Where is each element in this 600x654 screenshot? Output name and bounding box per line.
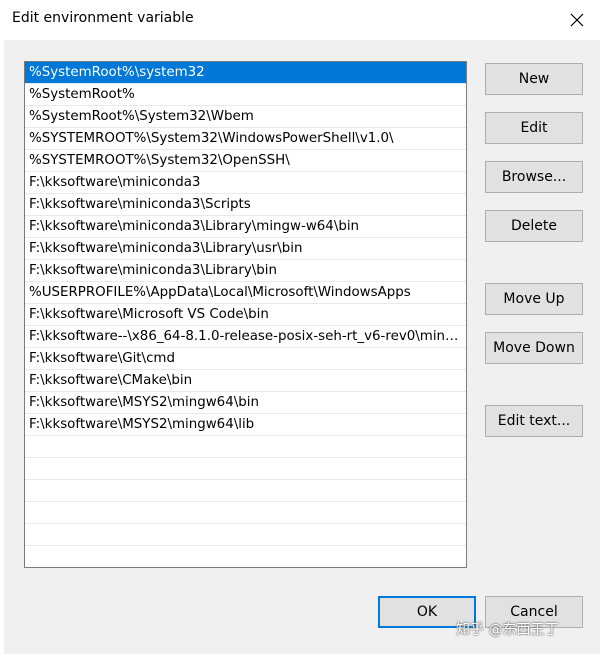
delete-button[interactable]: Delete: [485, 210, 583, 242]
title-bar: Edit environment variable: [0, 0, 600, 40]
path-list-item[interactable]: F:\kksoftware\miniconda3\Scripts: [25, 194, 466, 216]
path-list-empty-row[interactable]: [25, 502, 466, 524]
path-list-item[interactable]: %USERPROFILE%\AppData\Local\Microsoft\Wi…: [25, 282, 466, 304]
path-list-empty-row[interactable]: [25, 480, 466, 502]
move-down-button[interactable]: Move Down: [485, 332, 583, 364]
background-window-edge: [0, 40, 4, 654]
path-list-item[interactable]: F:\kksoftware\Git\cmd: [25, 348, 466, 370]
new-button[interactable]: New: [485, 63, 583, 95]
path-list-item[interactable]: F:\kksoftware\miniconda3: [25, 172, 466, 194]
path-list-item[interactable]: %SystemRoot%: [25, 84, 466, 106]
path-list-item[interactable]: F:\kksoftware\MSYS2\mingw64\bin: [25, 392, 466, 414]
edit-button[interactable]: Edit: [485, 112, 583, 144]
window-title: Edit environment variable: [12, 10, 194, 26]
path-list[interactable]: %SystemRoot%\system32 %SystemRoot% %System…: [24, 61, 467, 568]
edit-env-var-dialog: Edit environment variable %SystemRoot%\s…: [0, 0, 600, 654]
close-button[interactable]: [554, 0, 600, 40]
path-list-item[interactable]: F:\kksoftware--\x86_64-8.1.0-release-pos…: [25, 326, 466, 348]
edit-text-button[interactable]: Edit text...: [485, 405, 583, 437]
path-list-empty-row[interactable]: [25, 546, 466, 567]
path-list-item[interactable]: %SYSTEMROOT%\System32\WindowsPowerShell\…: [25, 128, 466, 150]
path-list-empty-row[interactable]: [25, 436, 466, 458]
browse-button[interactable]: Browse...: [485, 161, 583, 193]
watermark: 知乎 @东西王丁: [456, 622, 559, 638]
path-list-item[interactable]: %SystemRoot%\system32: [25, 62, 466, 84]
path-list-item[interactable]: %SYSTEMROOT%\System32\OpenSSH\: [25, 150, 466, 172]
path-list-item[interactable]: F:\kksoftware\miniconda3\Library\mingw-w…: [25, 216, 466, 238]
move-up-button[interactable]: Move Up: [485, 283, 583, 315]
path-list-item[interactable]: F:\kksoftware\CMake\bin: [25, 370, 466, 392]
close-icon: [570, 13, 584, 27]
path-list-item[interactable]: %SystemRoot%\System32\Wbem: [25, 106, 466, 128]
path-list-item[interactable]: F:\kksoftware\MSYS2\mingw64\lib: [25, 414, 466, 436]
path-list-empty-row[interactable]: [25, 524, 466, 546]
path-list-item[interactable]: F:\kksoftware\miniconda3\Library\bin: [25, 260, 466, 282]
path-list-empty-row[interactable]: [25, 458, 466, 480]
path-list-item[interactable]: F:\kksoftware\Microsoft VS Code\bin: [25, 304, 466, 326]
path-list-item[interactable]: F:\kksoftware\miniconda3\Library\usr\bin: [25, 238, 466, 260]
